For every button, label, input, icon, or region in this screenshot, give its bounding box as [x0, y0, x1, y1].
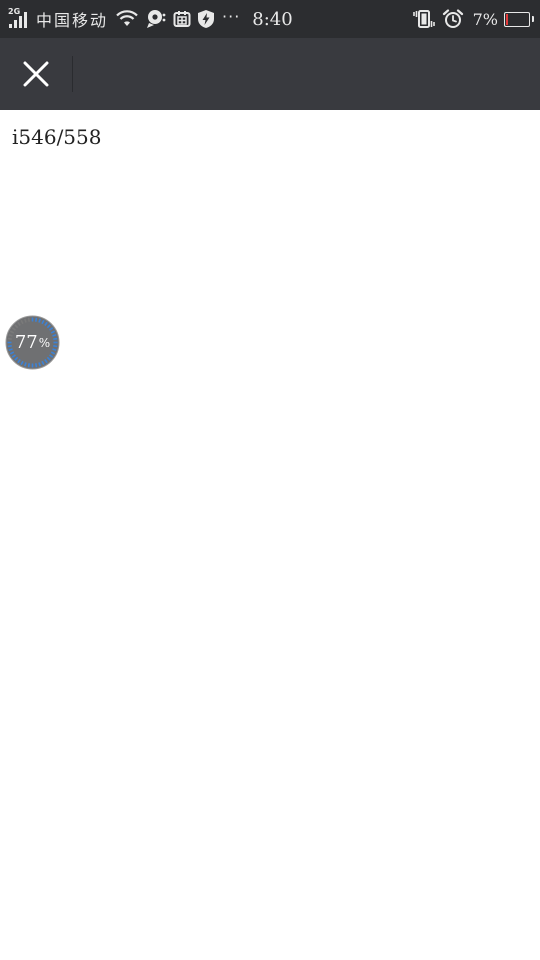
- signal-icon: 2G: [8, 8, 30, 30]
- battery-fill: [506, 13, 508, 25]
- page-counter: i546/558: [12, 125, 102, 149]
- battery-percentage: 7%: [472, 9, 498, 29]
- status-bar-left: 2G 中国移动 ··· 8:40: [8, 0, 293, 38]
- close-icon: [23, 61, 49, 87]
- map-pin-icon: [145, 9, 167, 29]
- toolbar-divider: [72, 56, 73, 92]
- status-bar-right: 7%: [409, 0, 534, 38]
- wifi-icon: [115, 10, 139, 28]
- shield-bolt-icon: [197, 9, 215, 29]
- battery-icon: [504, 11, 534, 27]
- status-bar: 2G 中国移动 ··· 8:40 7%: [0, 0, 540, 38]
- more-notifications-icon: ···: [222, 6, 241, 26]
- alarm-icon: [442, 9, 464, 29]
- progress-value: 77: [14, 332, 38, 353]
- progress-unit: %: [38, 335, 51, 350]
- top-toolbar: [0, 38, 540, 110]
- carrier-name: 中国移动: [36, 11, 109, 30]
- progress-label: 77%: [5, 315, 60, 370]
- vibrate-icon: [412, 9, 436, 29]
- calendar-icon: [173, 10, 191, 28]
- clock-time: 8:40: [252, 8, 293, 30]
- close-button[interactable]: [16, 56, 56, 92]
- progress-badge[interactable]: 77%: [5, 315, 60, 370]
